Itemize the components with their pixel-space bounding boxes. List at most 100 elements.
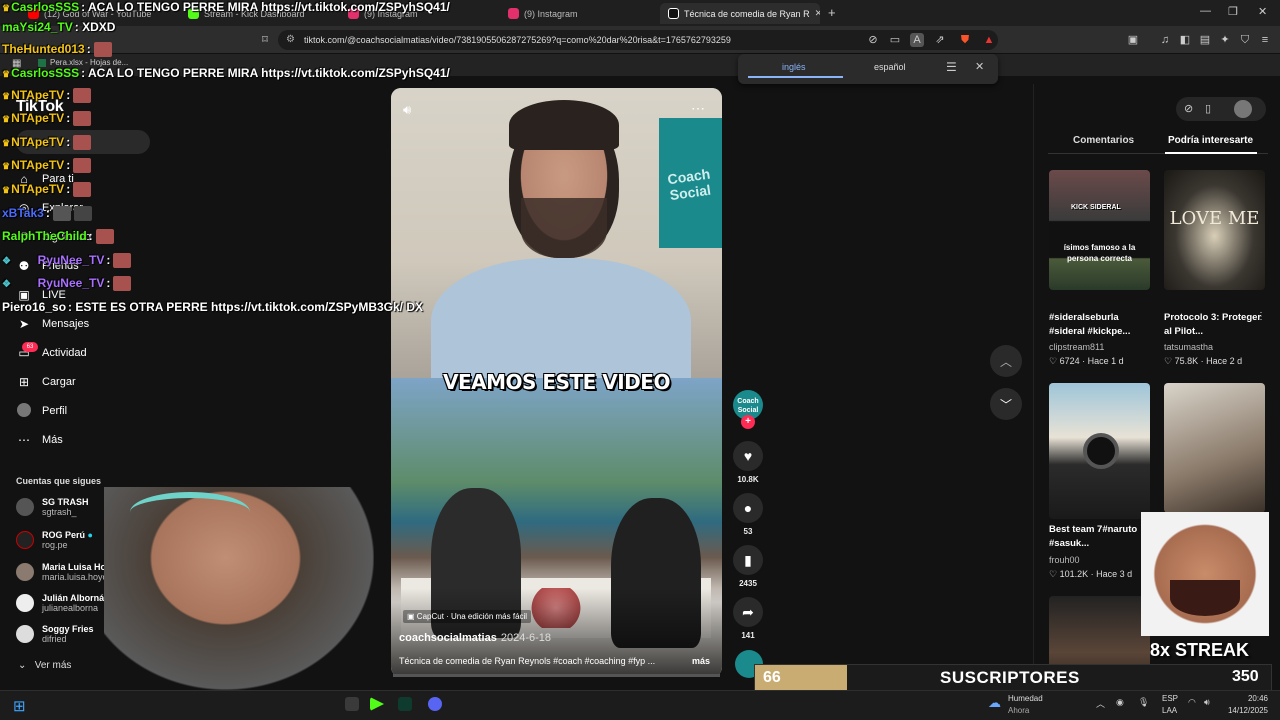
card-title[interactable]: Best team 7#naruto #sasuk... bbox=[1049, 523, 1153, 551]
video-thumbnail[interactable] bbox=[1164, 383, 1265, 513]
vpn-icon[interactable]: ⛉ bbox=[1238, 33, 1252, 47]
restore-icon[interactable]: ❐ bbox=[1228, 5, 1238, 18]
chat-message: Piero16_so: ESTE ES OTRA PERRE https://v… bbox=[2, 300, 424, 314]
chat-message: ♛NTApeTV: bbox=[2, 158, 92, 174]
bookmark-icon[interactable]: ⌑ bbox=[258, 33, 272, 47]
follow-plus-icon[interactable]: + bbox=[741, 415, 755, 429]
sidebar-item-cargar[interactable]: ⊞ Cargar bbox=[16, 373, 76, 391]
nav-icon[interactable]: ⊘ bbox=[1184, 102, 1193, 115]
terminal-icon[interactable] bbox=[398, 697, 412, 711]
card-title[interactable]: Protocolo 3: Proteger al Pilot... bbox=[1164, 311, 1268, 339]
tab-podria-interesarte[interactable]: Podría interesarte bbox=[1168, 135, 1253, 146]
clock-time[interactable]: 20:46 bbox=[1222, 694, 1268, 703]
browser-tab-active[interactable]: Técnica de comedia de Ryan R ✕ bbox=[660, 3, 820, 24]
avatar bbox=[16, 625, 34, 643]
chat-message: xBTak3: bbox=[2, 206, 92, 222]
leo-icon[interactable]: ✦ bbox=[1218, 33, 1232, 47]
chat-message: ♛CasrlosSSS: ACA LO TENGO PERRE MIRA htt… bbox=[2, 0, 450, 14]
video-thumbnail[interactable]: LOVE ME bbox=[1164, 170, 1265, 290]
windows-start-icon[interactable]: ⊞ bbox=[13, 697, 26, 715]
video-thumbnail[interactable] bbox=[1049, 383, 1150, 519]
chevron-up-icon: ︿ bbox=[999, 354, 1012, 369]
more-options-icon[interactable]: ⋯ bbox=[691, 100, 705, 117]
card-title[interactable]: #sideralseburla #sideral #kickpe... bbox=[1049, 311, 1153, 339]
video-player[interactable]: Coach Social VEAMOS ESTE VIDEO 🔊︎ ⋯ ▣ Ca… bbox=[391, 88, 722, 677]
sidebar-item-mas[interactable]: ⋯ Más bbox=[16, 431, 63, 449]
tab-comentarios[interactable]: Comentarios bbox=[1073, 135, 1134, 146]
browser-tab[interactable]: (9) Instagram bbox=[500, 3, 660, 24]
see-more-link[interactable]: ⌄ Ver más bbox=[18, 660, 71, 671]
previous-video-button[interactable]: ︿ bbox=[990, 345, 1022, 377]
video-person-beard bbox=[521, 198, 607, 258]
capcut-label[interactable]: ▣ CapCut · Una edición más fácil bbox=[403, 610, 532, 623]
card-author[interactable]: clipstream811 bbox=[1049, 342, 1104, 352]
weather-title[interactable]: Humedad bbox=[1008, 694, 1043, 703]
discord-icon[interactable] bbox=[428, 697, 442, 711]
following-account[interactable]: SG TRASH sgtrash_ bbox=[16, 495, 89, 519]
next-video-button[interactable]: ﹀ bbox=[990, 388, 1022, 420]
volume-icon[interactable]: 🔊︎ bbox=[1204, 697, 1210, 708]
translate-target-lang[interactable]: español bbox=[874, 62, 906, 72]
sidebar-toggle-icon[interactable]: ▣ bbox=[1126, 33, 1140, 47]
video-author[interactable]: coachsocialmatias 2024-6-18 bbox=[399, 632, 551, 644]
wallet-icon[interactable]: ▤ bbox=[1198, 33, 1212, 47]
send-icon: ➤ bbox=[18, 317, 30, 331]
no-tracking-icon[interactable]: ⊘ bbox=[866, 33, 880, 47]
tab-underline bbox=[1165, 152, 1257, 154]
menu-icon[interactable]: ≡ bbox=[1258, 33, 1272, 47]
brave-shield-icon[interactable]: ⛊ bbox=[958, 33, 972, 47]
taskbar-app-icon[interactable] bbox=[345, 697, 359, 711]
device-icon[interactable]: ▯ bbox=[1205, 102, 1211, 115]
video-progress[interactable] bbox=[393, 674, 720, 677]
sidebar-item-mensajes[interactable]: ➤ Mensajes bbox=[16, 315, 89, 333]
wifi-icon[interactable]: ◠ bbox=[1188, 697, 1196, 708]
card-author[interactable]: tatsumastha bbox=[1164, 342, 1213, 352]
video-caption-overlay: VEAMOS ESTE VIDEO bbox=[443, 370, 670, 394]
volume-icon[interactable]: 🔊︎ bbox=[403, 102, 411, 118]
chat-message: ❖ RyuNee_TV: bbox=[2, 276, 132, 292]
window-close-icon[interactable]: ✕ bbox=[1258, 5, 1267, 18]
translate-icon[interactable]: A bbox=[910, 33, 924, 47]
chevron-up-icon[interactable]: ︿ bbox=[1096, 697, 1105, 710]
video-thumbnail[interactable]: KICK SIDERAL ísimos famoso a la persona … bbox=[1049, 170, 1150, 290]
clock-date: 14/12/2025 bbox=[1227, 706, 1268, 715]
music-icon[interactable]: ♫ bbox=[1158, 33, 1172, 47]
new-tab-icon[interactable]: + bbox=[828, 5, 836, 20]
save-button[interactable]: ▮ 2435 bbox=[733, 545, 763, 588]
minimize-icon[interactable]: — bbox=[1200, 5, 1211, 17]
video-description: Técnica de comedia de Ryan Reynols #coac… bbox=[399, 656, 656, 666]
comment-button[interactable]: ● 53 bbox=[733, 493, 763, 536]
translate-close-icon[interactable]: ✕ bbox=[975, 60, 984, 73]
share-button[interactable]: ➦ 141 bbox=[733, 597, 763, 640]
verified-icon: ● bbox=[87, 530, 93, 540]
upload-icon: ⊞ bbox=[18, 375, 30, 389]
emote bbox=[73, 88, 92, 104]
rewards-icon[interactable]: ▲ bbox=[982, 33, 996, 47]
tiktok-icon bbox=[668, 8, 679, 19]
share-icon[interactable]: ⇗ bbox=[933, 33, 947, 47]
translate-popup: inglés español ☰ ✕ bbox=[738, 54, 998, 84]
share-arrow-icon: ➦ bbox=[733, 597, 763, 627]
close-tab-icon[interactable]: ✕ bbox=[815, 8, 820, 19]
more-icon: ⋯ bbox=[18, 433, 30, 447]
network-icon[interactable]: ◉ bbox=[1116, 697, 1124, 708]
following-account[interactable]: ROG Perú ● rog.pe bbox=[16, 528, 93, 552]
translate-menu-icon[interactable]: ☰ bbox=[946, 60, 957, 74]
sidebar-item-perfil[interactable]: Perfil bbox=[16, 402, 67, 420]
translate-source-lang[interactable]: inglés bbox=[782, 62, 806, 72]
card-author[interactable]: frouh00 bbox=[1049, 555, 1080, 565]
bookmark-icon: ▮ bbox=[733, 545, 763, 575]
panel-icon[interactable]: ◧ bbox=[1178, 33, 1192, 47]
sub-goal-progress: 66 bbox=[755, 665, 847, 691]
card-more-icon[interactable]: ⋮ bbox=[1256, 311, 1266, 322]
pip-icon[interactable]: ▭ bbox=[888, 33, 902, 47]
more-link[interactable]: más bbox=[692, 656, 710, 666]
avatar[interactable] bbox=[1234, 100, 1252, 118]
reaction-overlay bbox=[1141, 512, 1269, 636]
language-indicator[interactable]: ESP bbox=[1162, 694, 1178, 703]
mic-icon[interactable]: 🎙︎ bbox=[1138, 697, 1149, 708]
following-account[interactable]: Julián Alborná julianealborna bbox=[16, 591, 104, 615]
site-info-icon[interactable]: ⚙ bbox=[286, 34, 295, 45]
like-button[interactable]: ♥ 10.8K bbox=[733, 441, 763, 484]
following-account[interactable]: Soggy Fries difried bbox=[16, 622, 94, 646]
